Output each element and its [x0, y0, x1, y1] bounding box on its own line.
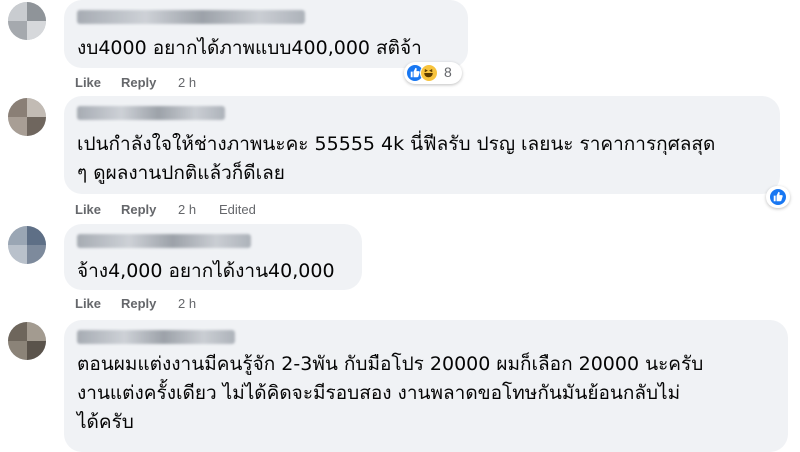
- comment-text: จ้าง4,000 อยากได้งาน40,000: [77, 260, 335, 282]
- like-link[interactable]: Like: [75, 202, 101, 217]
- comment: ตอนผมแต่งงานมีคนรู้จัก 2-3พัน กับมือโปร …: [0, 320, 800, 452]
- reactions-summary[interactable]: 8: [404, 62, 462, 84]
- comment-bubble: จ้าง4,000 อยากได้งาน40,000: [64, 224, 362, 290]
- reply-link[interactable]: Reply: [121, 75, 156, 90]
- like-link[interactable]: Like: [75, 296, 101, 311]
- comment: จ้าง4,000 อยากได้งาน40,000 Like Reply 2 …: [0, 224, 800, 316]
- comment-text: ตอนผมแต่งงานมีคนรู้จัก 2-3พัน กับมือโปร …: [77, 353, 704, 433]
- comment: เปนกำลังใจให้ช่างภาพนะคะ 55555 4k นี่ฟีล…: [0, 96, 800, 221]
- reply-link[interactable]: Reply: [121, 202, 156, 217]
- comment-bubble: ตอนผมแต่งงานมีคนรู้จัก 2-3พัน กับมือโปร …: [64, 320, 788, 452]
- timestamp[interactable]: 2 h: [178, 75, 196, 90]
- like-link[interactable]: Like: [75, 75, 101, 90]
- author-name-blurred[interactable]: [77, 10, 305, 24]
- author-name-blurred[interactable]: [77, 106, 225, 120]
- like-reaction-icon: [769, 188, 787, 206]
- reactions-summary[interactable]: [766, 186, 790, 208]
- avatar[interactable]: [8, 2, 46, 40]
- edited-label[interactable]: Edited: [219, 202, 256, 217]
- author-name-blurred[interactable]: [77, 330, 235, 344]
- timestamp[interactable]: 2 h: [178, 296, 196, 311]
- author-name-blurred[interactable]: [77, 234, 251, 248]
- avatar[interactable]: [8, 322, 46, 360]
- comment: งบ4000 อยากได้ภาพแบบ400,000 สติจ้า 8 Lik…: [0, 0, 800, 92]
- reply-link[interactable]: Reply: [121, 296, 156, 311]
- comment-text: งบ4000 อยากได้ภาพแบบ400,000 สติจ้า: [77, 37, 422, 59]
- timestamp[interactable]: 2 h: [178, 202, 196, 217]
- haha-reaction-icon: [420, 64, 438, 82]
- reaction-count: 8: [444, 64, 452, 80]
- comment-text: เปนกำลังใจให้ช่างภาพนะคะ 55555 4k นี่ฟีล…: [77, 133, 716, 184]
- comment-bubble: งบ4000 อยากได้ภาพแบบ400,000 สติจ้า: [64, 0, 468, 68]
- avatar[interactable]: [8, 226, 46, 264]
- comment-bubble: เปนกำลังใจให้ช่างภาพนะคะ 55555 4k นี่ฟีล…: [64, 96, 780, 194]
- avatar[interactable]: [8, 98, 46, 136]
